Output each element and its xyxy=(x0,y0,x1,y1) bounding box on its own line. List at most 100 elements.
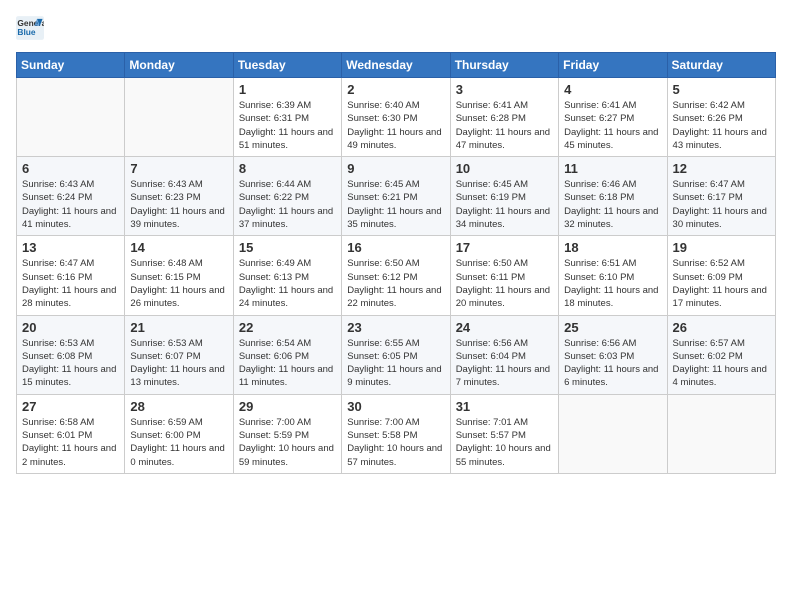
day-number: 16 xyxy=(347,240,444,255)
calendar-cell: 15 Sunrise: 6:49 AM Sunset: 6:13 PM Dayli… xyxy=(233,236,341,315)
day-number: 9 xyxy=(347,161,444,176)
calendar-cell: 17Sunrise: 6:50 AM Sunset: 6:11 PM Dayli… xyxy=(450,236,558,315)
calendar-cell: 20Sunrise: 6:53 AM Sunset: 6:08 PM Dayli… xyxy=(17,315,125,394)
day-number: 5 xyxy=(673,82,770,97)
day-info: Sunrise: 6:43 AM Sunset: 6:23 PM Dayligh… xyxy=(130,178,227,231)
calendar-cell: 1 Sunrise: 6:39 AM Sunset: 6:31 PM Daylig… xyxy=(233,78,341,157)
calendar-cell: 27 Sunrise: 6:58 AM Sunset: 6:01 PM Dayli… xyxy=(17,394,125,473)
day-info: Sunrise: 6:56 AM Sunset: 6:04 PM Dayligh… xyxy=(456,337,553,390)
weekday-header-row: SundayMondayTuesdayWednesdayThursdayFrid… xyxy=(17,53,776,78)
calendar-week-row: 6Sunrise: 6:43 AM Sunset: 6:24 PM Daylig… xyxy=(17,157,776,236)
calendar-cell: 2 Sunrise: 6:40 AM Sunset: 6:30 PM Daylig… xyxy=(342,78,450,157)
logo-icon: General Blue xyxy=(16,16,44,40)
header: General Blue xyxy=(16,16,776,40)
calendar-table: SundayMondayTuesdayWednesdayThursdayFrid… xyxy=(16,52,776,474)
calendar-cell: 4Sunrise: 6:41 AM Sunset: 6:27 PM Daylig… xyxy=(559,78,667,157)
day-info: Sunrise: 6:58 AM Sunset: 6:01 PM Dayligh… xyxy=(22,416,119,469)
calendar-cell xyxy=(125,78,233,157)
calendar-cell: 25Sunrise: 6:56 AM Sunset: 6:03 PM Dayli… xyxy=(559,315,667,394)
weekday-header-monday: Monday xyxy=(125,53,233,78)
day-info: Sunrise: 6:57 AM Sunset: 6:02 PM Dayligh… xyxy=(673,337,770,390)
day-number: 23 xyxy=(347,320,444,335)
calendar-body: 1 Sunrise: 6:39 AM Sunset: 6:31 PM Daylig… xyxy=(17,78,776,474)
weekday-header-friday: Friday xyxy=(559,53,667,78)
svg-text:Blue: Blue xyxy=(17,27,35,37)
weekday-header-thursday: Thursday xyxy=(450,53,558,78)
calendar-cell xyxy=(17,78,125,157)
day-info: Sunrise: 6:54 AM Sunset: 6:06 PM Dayligh… xyxy=(239,337,336,390)
calendar-cell: 18Sunrise: 6:51 AM Sunset: 6:10 PM Dayli… xyxy=(559,236,667,315)
day-info: Sunrise: 6:44 AM Sunset: 6:22 PM Dayligh… xyxy=(239,178,336,231)
calendar-week-row: 1 Sunrise: 6:39 AM Sunset: 6:31 PM Daylig… xyxy=(17,78,776,157)
day-info: Sunrise: 7:00 AM Sunset: 5:58 PM Dayligh… xyxy=(347,416,444,469)
day-number: 7 xyxy=(130,161,227,176)
calendar-cell xyxy=(559,394,667,473)
day-number: 13 xyxy=(22,240,119,255)
day-number: 27 xyxy=(22,399,119,414)
day-info: Sunrise: 6:47 AM Sunset: 6:16 PM Dayligh… xyxy=(22,257,119,310)
calendar-cell: 5 Sunrise: 6:42 AM Sunset: 6:26 PM Daylig… xyxy=(667,78,775,157)
day-info: Sunrise: 6:55 AM Sunset: 6:05 PM Dayligh… xyxy=(347,337,444,390)
day-number: 11 xyxy=(564,161,661,176)
day-info: Sunrise: 6:41 AM Sunset: 6:28 PM Dayligh… xyxy=(456,99,553,152)
calendar-cell: 10 Sunrise: 6:45 AM Sunset: 6:19 PM Dayli… xyxy=(450,157,558,236)
calendar-cell: 6Sunrise: 6:43 AM Sunset: 6:24 PM Daylig… xyxy=(17,157,125,236)
calendar-cell: 14Sunrise: 6:48 AM Sunset: 6:15 PM Dayli… xyxy=(125,236,233,315)
day-number: 24 xyxy=(456,320,553,335)
calendar-cell: 29 Sunrise: 7:00 AM Sunset: 5:59 PM Dayli… xyxy=(233,394,341,473)
day-number: 6 xyxy=(22,161,119,176)
day-number: 18 xyxy=(564,240,661,255)
day-number: 2 xyxy=(347,82,444,97)
calendar-container: General Blue SundayMondayTuesdayWednesda… xyxy=(0,0,792,482)
day-number: 31 xyxy=(456,399,553,414)
day-number: 19 xyxy=(673,240,770,255)
day-info: Sunrise: 6:41 AM Sunset: 6:27 PM Dayligh… xyxy=(564,99,661,152)
calendar-cell: 21 Sunrise: 6:53 AM Sunset: 6:07 PM Dayli… xyxy=(125,315,233,394)
day-number: 12 xyxy=(673,161,770,176)
calendar-cell: 13 Sunrise: 6:47 AM Sunset: 6:16 PM Dayli… xyxy=(17,236,125,315)
day-info: Sunrise: 6:48 AM Sunset: 6:15 PM Dayligh… xyxy=(130,257,227,310)
logo: General Blue xyxy=(16,16,48,40)
day-number: 26 xyxy=(673,320,770,335)
day-info: Sunrise: 7:00 AM Sunset: 5:59 PM Dayligh… xyxy=(239,416,336,469)
calendar-cell: 26 Sunrise: 6:57 AM Sunset: 6:02 PM Dayli… xyxy=(667,315,775,394)
day-info: Sunrise: 6:40 AM Sunset: 6:30 PM Dayligh… xyxy=(347,99,444,152)
calendar-cell: 7 Sunrise: 6:43 AM Sunset: 6:23 PM Daylig… xyxy=(125,157,233,236)
day-info: Sunrise: 6:39 AM Sunset: 6:31 PM Dayligh… xyxy=(239,99,336,152)
day-number: 29 xyxy=(239,399,336,414)
calendar-cell: 11Sunrise: 6:46 AM Sunset: 6:18 PM Dayli… xyxy=(559,157,667,236)
calendar-cell: 31 Sunrise: 7:01 AM Sunset: 5:57 PM Dayli… xyxy=(450,394,558,473)
day-info: Sunrise: 6:53 AM Sunset: 6:07 PM Dayligh… xyxy=(130,337,227,390)
calendar-cell: 3Sunrise: 6:41 AM Sunset: 6:28 PM Daylig… xyxy=(450,78,558,157)
day-number: 8 xyxy=(239,161,336,176)
calendar-cell: 19 Sunrise: 6:52 AM Sunset: 6:09 PM Dayli… xyxy=(667,236,775,315)
day-number: 1 xyxy=(239,82,336,97)
calendar-cell: 28 Sunrise: 6:59 AM Sunset: 6:00 PM Dayli… xyxy=(125,394,233,473)
calendar-cell: 8 Sunrise: 6:44 AM Sunset: 6:22 PM Daylig… xyxy=(233,157,341,236)
day-number: 21 xyxy=(130,320,227,335)
calendar-cell: 9 Sunrise: 6:45 AM Sunset: 6:21 PM Daylig… xyxy=(342,157,450,236)
day-info: Sunrise: 6:45 AM Sunset: 6:19 PM Dayligh… xyxy=(456,178,553,231)
day-number: 10 xyxy=(456,161,553,176)
calendar-header: SundayMondayTuesdayWednesdayThursdayFrid… xyxy=(17,53,776,78)
day-info: Sunrise: 6:42 AM Sunset: 6:26 PM Dayligh… xyxy=(673,99,770,152)
calendar-cell: 30 Sunrise: 7:00 AM Sunset: 5:58 PM Dayli… xyxy=(342,394,450,473)
weekday-header-tuesday: Tuesday xyxy=(233,53,341,78)
calendar-week-row: 27 Sunrise: 6:58 AM Sunset: 6:01 PM Dayli… xyxy=(17,394,776,473)
day-number: 30 xyxy=(347,399,444,414)
weekday-header-sunday: Sunday xyxy=(17,53,125,78)
day-number: 17 xyxy=(456,240,553,255)
day-info: Sunrise: 7:01 AM Sunset: 5:57 PM Dayligh… xyxy=(456,416,553,469)
day-info: Sunrise: 6:49 AM Sunset: 6:13 PM Dayligh… xyxy=(239,257,336,310)
calendar-cell: 23 Sunrise: 6:55 AM Sunset: 6:05 PM Dayli… xyxy=(342,315,450,394)
day-info: Sunrise: 6:45 AM Sunset: 6:21 PM Dayligh… xyxy=(347,178,444,231)
day-info: Sunrise: 6:50 AM Sunset: 6:12 PM Dayligh… xyxy=(347,257,444,310)
day-info: Sunrise: 6:59 AM Sunset: 6:00 PM Dayligh… xyxy=(130,416,227,469)
weekday-header-saturday: Saturday xyxy=(667,53,775,78)
day-number: 25 xyxy=(564,320,661,335)
calendar-week-row: 20Sunrise: 6:53 AM Sunset: 6:08 PM Dayli… xyxy=(17,315,776,394)
day-number: 28 xyxy=(130,399,227,414)
day-number: 15 xyxy=(239,240,336,255)
day-info: Sunrise: 6:52 AM Sunset: 6:09 PM Dayligh… xyxy=(673,257,770,310)
weekday-header-wednesday: Wednesday xyxy=(342,53,450,78)
